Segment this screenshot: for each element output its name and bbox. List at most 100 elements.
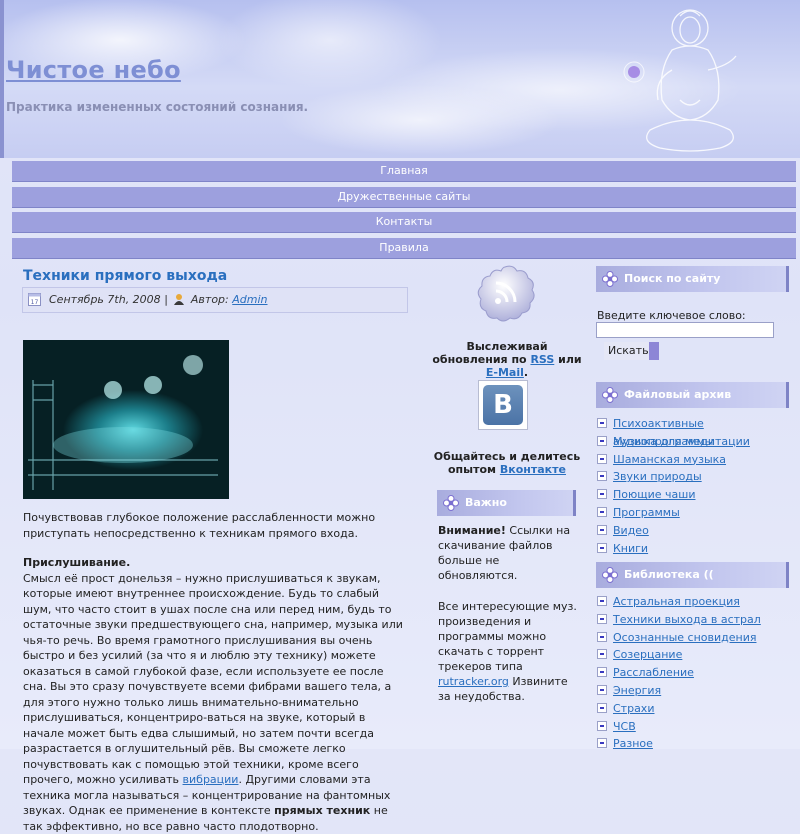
arrow-bullet-icon (597, 596, 607, 606)
section-heading: Прислушивание. (23, 555, 408, 571)
arrow-bullet-icon (597, 667, 607, 677)
rss-bubble-icon[interactable] (474, 264, 536, 322)
email-link[interactable]: E-Mail (486, 366, 524, 379)
archive-link[interactable]: Музыка для медитации (613, 435, 750, 448)
nav-item-contacts[interactable]: Контакты (12, 212, 796, 233)
vibration-link[interactable]: вибрации (183, 773, 239, 786)
author-label: Автор: (191, 293, 229, 306)
list-item[interactable]: Страхи (597, 700, 761, 718)
flower-icon (602, 271, 618, 287)
archive-list: Психоактивные аудиопрограммы Музыка для … (597, 415, 800, 557)
rutracker-link[interactable]: rutracker.org (438, 675, 509, 688)
archive-link[interactable]: Программы (613, 506, 680, 519)
buddha-illustration (620, 0, 800, 158)
arrow-bullet-icon (597, 721, 607, 731)
photo-scene-icon (23, 340, 229, 499)
flower-icon (443, 495, 459, 511)
list-item[interactable]: Шаманская музыка (597, 451, 800, 469)
svg-text:17: 17 (31, 299, 39, 306)
vk-link[interactable]: Вконтакте (500, 463, 566, 476)
section-bold: прямых техник (274, 804, 370, 817)
site-description: Практика измененных состояний сознания. (6, 100, 308, 114)
nav-item-friendly-sites[interactable]: Дружественные сайты (12, 187, 796, 208)
search-input[interactable] (596, 322, 774, 338)
archive-widget-title: Файловый архив (624, 382, 731, 408)
library-link[interactable]: Созерцание (613, 648, 682, 661)
library-link[interactable]: ЧСВ (613, 720, 636, 733)
post-title[interactable]: Техники прямого выхода (23, 268, 227, 284)
list-item[interactable]: Поющие чаши (597, 486, 800, 504)
list-item[interactable]: Музыка для медитации (597, 433, 800, 451)
list-item[interactable]: Разное (597, 735, 761, 753)
archive-link[interactable]: Поющие чаши (613, 488, 696, 501)
search-widget-title: Поиск по сайту (624, 266, 720, 292)
list-item[interactable]: Программы (597, 504, 800, 522)
list-item[interactable]: Осознанные сновидения (597, 629, 761, 647)
search-widget-header: Поиск по сайту (596, 266, 789, 292)
list-item[interactable]: Астральная проекция (597, 593, 761, 611)
note-paragraph-1: Внимание! Ссылки на скачивание файлов бо… (438, 523, 578, 583)
important-widget-header: Важно (437, 490, 576, 516)
arrow-bullet-icon (597, 738, 607, 748)
post-photo (23, 340, 229, 499)
archive-link[interactable]: Видео (613, 524, 649, 537)
flower-icon (602, 387, 618, 403)
site-header: Чистое небо Практика измененных состояни… (0, 0, 800, 158)
arrow-bullet-icon (597, 489, 607, 499)
library-link[interactable]: Астральная проекция (613, 595, 740, 608)
nav-item-home[interactable]: Главная (12, 161, 796, 182)
arrow-bullet-icon (597, 436, 607, 446)
library-link[interactable]: Разное (613, 737, 653, 750)
rss-dot: . (524, 366, 528, 379)
note-bold: Внимание! (438, 524, 506, 537)
rss-promo-text: Выслеживай обновления по RSS или E-Mail. (432, 340, 582, 379)
library-link[interactable]: Осознанные сновидения (613, 631, 756, 644)
post-intro: Почувствовав глубокое положение расслабл… (23, 510, 408, 541)
archive-link[interactable]: Звуки природы (613, 470, 702, 483)
header-edge (0, 0, 4, 158)
arrow-bullet-icon (597, 454, 607, 464)
list-item[interactable]: Психоактивные аудиопрограммы (597, 415, 800, 433)
library-list: Астральная проекция Техники выхода в аст… (597, 593, 761, 753)
post-body: Почувствовав глубокое положение расслабл… (23, 510, 408, 834)
list-item[interactable]: ЧСВ (597, 718, 761, 736)
list-item[interactable]: Звуки природы (597, 468, 800, 486)
post-meta-text: Сентябрь 7th, 2008 | Автор: Admin (49, 293, 268, 306)
list-item[interactable]: Расслабление (597, 664, 761, 682)
list-item[interactable]: Техники выхода в астрал (597, 611, 761, 629)
library-link[interactable]: Энергия (613, 684, 661, 697)
arrow-bullet-icon (597, 525, 607, 535)
vkontakte-button[interactable]: B (478, 380, 528, 430)
section-text: Смысл её прост донельзя – нужно прислуши… (23, 571, 408, 834)
arrow-bullet-icon (597, 471, 607, 481)
vk-logo-icon: B (483, 385, 523, 425)
author-link[interactable]: Admin (232, 293, 267, 306)
arrow-bullet-icon (597, 649, 607, 659)
nav-item-rules[interactable]: Правила (12, 238, 796, 259)
note-paragraph-2: Все интересующие муз. произведения и про… (438, 599, 578, 704)
archive-link[interactable]: Шаманская музыка (613, 453, 726, 466)
library-widget-title: Библиотека (( (624, 562, 714, 588)
archive-widget-header: Файловый архив (596, 382, 789, 408)
library-widget-header: Библиотека (( (596, 562, 789, 588)
site-title[interactable]: Чистое небо (6, 56, 181, 84)
search-label: Введите ключевое слово: (597, 309, 746, 322)
library-link[interactable]: Техники выхода в астрал (613, 613, 761, 626)
calendar-icon: 17 (28, 292, 41, 306)
section-text-1: Смысл её прост донельзя – нужно прислуши… (23, 572, 403, 787)
archive-link[interactable]: Книги (613, 542, 648, 555)
arrow-bullet-icon (597, 614, 607, 624)
list-item[interactable]: Энергия (597, 682, 761, 700)
list-item[interactable]: Видео (597, 522, 800, 540)
rss-link[interactable]: RSS (530, 353, 554, 366)
rss-or: или (558, 353, 581, 366)
list-item[interactable]: Книги (597, 540, 800, 558)
arrow-bullet-icon (597, 543, 607, 553)
arrow-bullet-icon (597, 632, 607, 642)
list-item[interactable]: Созерцание (597, 646, 761, 664)
arrow-bullet-icon (597, 418, 607, 428)
search-button[interactable]: Искать (604, 342, 659, 360)
library-link[interactable]: Расслабление (613, 666, 694, 679)
meta-separator: | (164, 293, 168, 306)
library-link[interactable]: Страхи (613, 702, 654, 715)
